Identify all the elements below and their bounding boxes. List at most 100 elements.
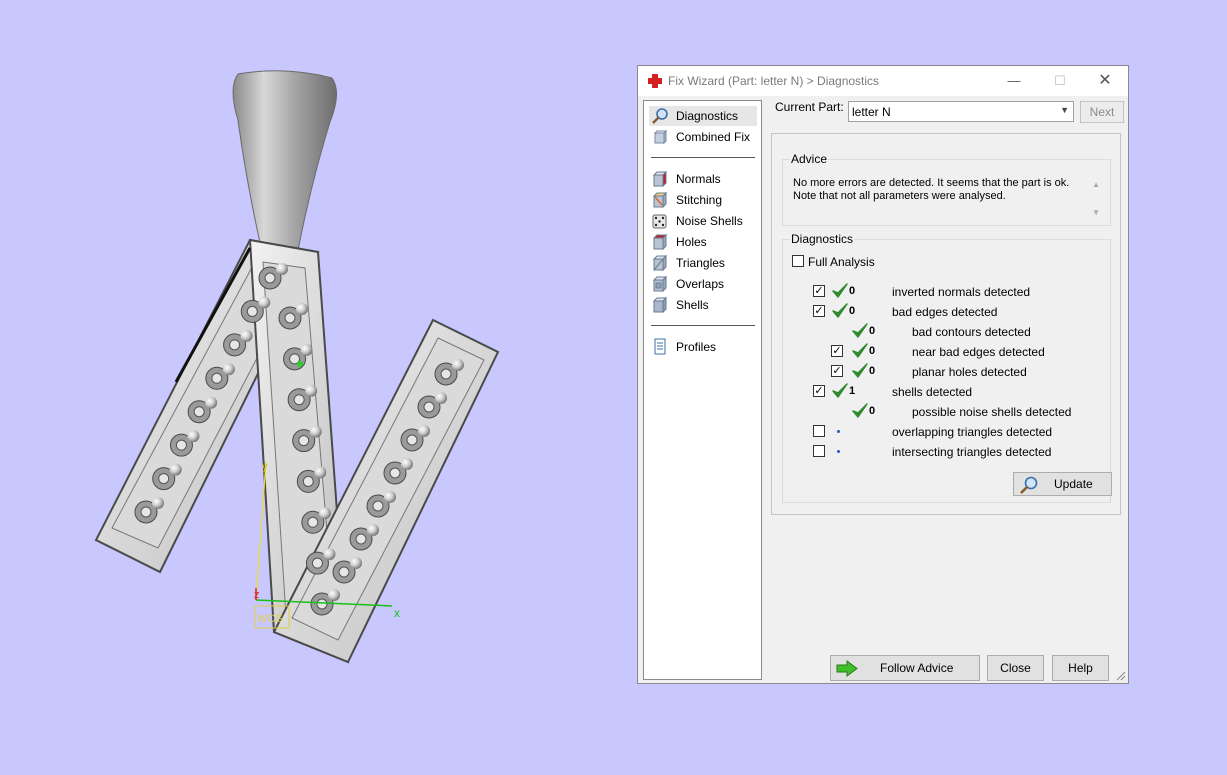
wcs-label: WCS — [257, 613, 283, 625]
current-part-label: Current Part: — [775, 100, 844, 114]
fix-wizard-dialog: Fix Wizard (Part: letter N) > Diagnostic… — [637, 65, 1129, 684]
green-check-icon — [852, 403, 868, 418]
green-check-icon — [832, 383, 848, 398]
current-part-select[interactable]: letter N ▼ — [848, 101, 1074, 122]
advice-group: Advice No more errors are detected. It s… — [782, 152, 1111, 226]
z-axis-label: z — [254, 589, 260, 601]
full-analysis-label: Full Analysis — [808, 255, 875, 269]
nav-label: Combined Fix — [676, 130, 751, 144]
nav-label: Overlaps — [676, 277, 725, 291]
diagnostic-label: planar holes detected — [912, 365, 1027, 379]
holes-cube-icon — [652, 233, 668, 251]
nav-item-noise-shells[interactable]: Noise Shells — [649, 211, 757, 231]
3d-viewport[interactable]: x y z WCS — [0, 0, 620, 775]
green-check-icon — [852, 363, 868, 378]
shells-cube-icon — [652, 296, 668, 314]
red-cross-icon — [648, 74, 662, 88]
green-check-icon — [832, 303, 848, 318]
diagnostic-count: 1 — [849, 385, 856, 397]
wizard-nav-panel: Diagnostics Combined Fix Normals Stitchi… — [643, 100, 762, 680]
advice-text: No more errors are detected. It seems th… — [793, 177, 1083, 203]
diagnostic-label: bad edges detected — [892, 305, 998, 319]
nav-label: Holes — [676, 235, 707, 249]
next-button[interactable]: Next — [1080, 101, 1124, 123]
title-bar[interactable]: Fix Wizard (Part: letter N) > Diagnostic… — [638, 66, 1128, 96]
close-window-button[interactable]: ✕ — [1083, 69, 1127, 93]
diagnostic-count: 0 — [849, 305, 856, 317]
close-button[interactable]: Close — [987, 655, 1044, 681]
diagnostic-checkbox[interactable]: ✓ — [813, 385, 825, 397]
green-check-icon — [852, 323, 868, 338]
diagnostic-checkbox[interactable]: ✓ — [813, 285, 825, 297]
bail-loop — [232, 70, 337, 253]
advice-title: Advice — [790, 152, 829, 166]
nav-item-overlaps[interactable]: Overlaps — [649, 274, 757, 294]
diagnostic-label: overlapping triangles detected — [892, 425, 1053, 439]
stitching-cube-icon — [652, 191, 668, 209]
full-analysis-checkbox[interactable] — [792, 255, 804, 267]
chevron-down-icon: ▼ — [1060, 105, 1069, 115]
overlaps-cube-icon — [652, 275, 668, 293]
nav-item-combined-fix[interactable]: Combined Fix — [649, 127, 757, 147]
nav-item-diagnostics[interactable]: Diagnostics — [649, 106, 757, 126]
diagnostic-checkbox[interactable]: ✓ — [813, 305, 825, 317]
nav-item-shells[interactable]: Shells — [649, 295, 757, 315]
diagnostic-label: possible noise shells detected — [912, 405, 1072, 419]
diagnostic-count: 0 — [869, 405, 876, 417]
nav-item-normals[interactable]: Normals — [649, 169, 757, 189]
resize-grip-icon[interactable] — [1116, 671, 1126, 681]
nav-label: Profiles — [676, 340, 717, 354]
nav-item-triangles[interactable]: Triangles — [649, 253, 757, 273]
window-title: Fix Wizard (Part: letter N) > Diagnostic… — [668, 74, 880, 88]
diagnostic-checkbox[interactable] — [813, 445, 825, 457]
diagnostic-checkbox[interactable]: ✓ — [831, 345, 843, 357]
nav-label: Shells — [676, 298, 709, 312]
document-icon — [654, 338, 666, 355]
follow-advice-button[interactable]: Follow Advice — [830, 655, 980, 681]
green-check-icon — [832, 283, 848, 298]
triangles-cube-icon — [652, 254, 668, 272]
cube-icon — [653, 129, 668, 145]
green-check-icon — [852, 343, 868, 358]
nav-label: Stitching — [676, 193, 723, 207]
green-arrow-icon — [836, 660, 858, 677]
update-button[interactable]: Update — [1013, 472, 1112, 496]
update-label: Update — [1054, 477, 1093, 491]
x-axis-label: x — [394, 606, 400, 620]
normals-cube-icon — [652, 170, 668, 188]
not-analysed-dot — [837, 450, 840, 453]
diagnostics-group: Diagnostics Full Analysis ✓ 0 inverted nor… — [782, 232, 1112, 503]
nav-item-profiles[interactable]: Profiles — [649, 337, 757, 357]
pick-point — [297, 361, 303, 367]
help-button[interactable]: Help — [1052, 655, 1109, 681]
nav-divider — [651, 157, 755, 158]
diagnostic-label: near bad edges detected — [912, 345, 1045, 359]
diagnostics-title: Diagnostics — [790, 232, 855, 246]
maximize-button[interactable]: ☐ — [1038, 69, 1082, 93]
diagnostics-panel: Advice No more errors are detected. It s… — [771, 133, 1121, 515]
advice-line: No more errors are detected. It seems th… — [793, 177, 1070, 189]
nav-divider — [651, 325, 755, 326]
letter-n-model[interactable] — [94, 238, 500, 664]
nav-label: Noise Shells — [676, 214, 743, 228]
diagnostic-label: bad contours detected — [912, 325, 1031, 339]
diagnostic-checkbox[interactable] — [813, 425, 825, 437]
nav-item-holes[interactable]: Holes — [649, 232, 757, 252]
diagnostic-count: 0 — [869, 365, 876, 377]
follow-advice-label: Follow Advice — [880, 661, 954, 675]
nav-item-stitching[interactable]: Stitching — [649, 190, 757, 210]
minimize-button[interactable]: — — [992, 69, 1036, 93]
current-part-value: letter N — [852, 105, 891, 119]
not-analysed-dot — [837, 430, 840, 433]
diagnostic-label: intersecting triangles detected — [892, 445, 1052, 459]
scroll-up-icon[interactable]: ▲ — [1092, 180, 1100, 189]
magnifier-icon — [1020, 476, 1038, 494]
diagnostic-label: shells detected — [892, 385, 973, 399]
nav-label: Normals — [676, 172, 721, 186]
diagnostic-count: 0 — [849, 285, 856, 297]
scroll-down-icon[interactable]: ▼ — [1092, 208, 1100, 217]
diagnostic-count: 0 — [869, 325, 876, 337]
magnifier-icon — [652, 108, 668, 124]
diagnostic-label: inverted normals detected — [892, 285, 1031, 299]
diagnostic-checkbox[interactable]: ✓ — [831, 365, 843, 377]
